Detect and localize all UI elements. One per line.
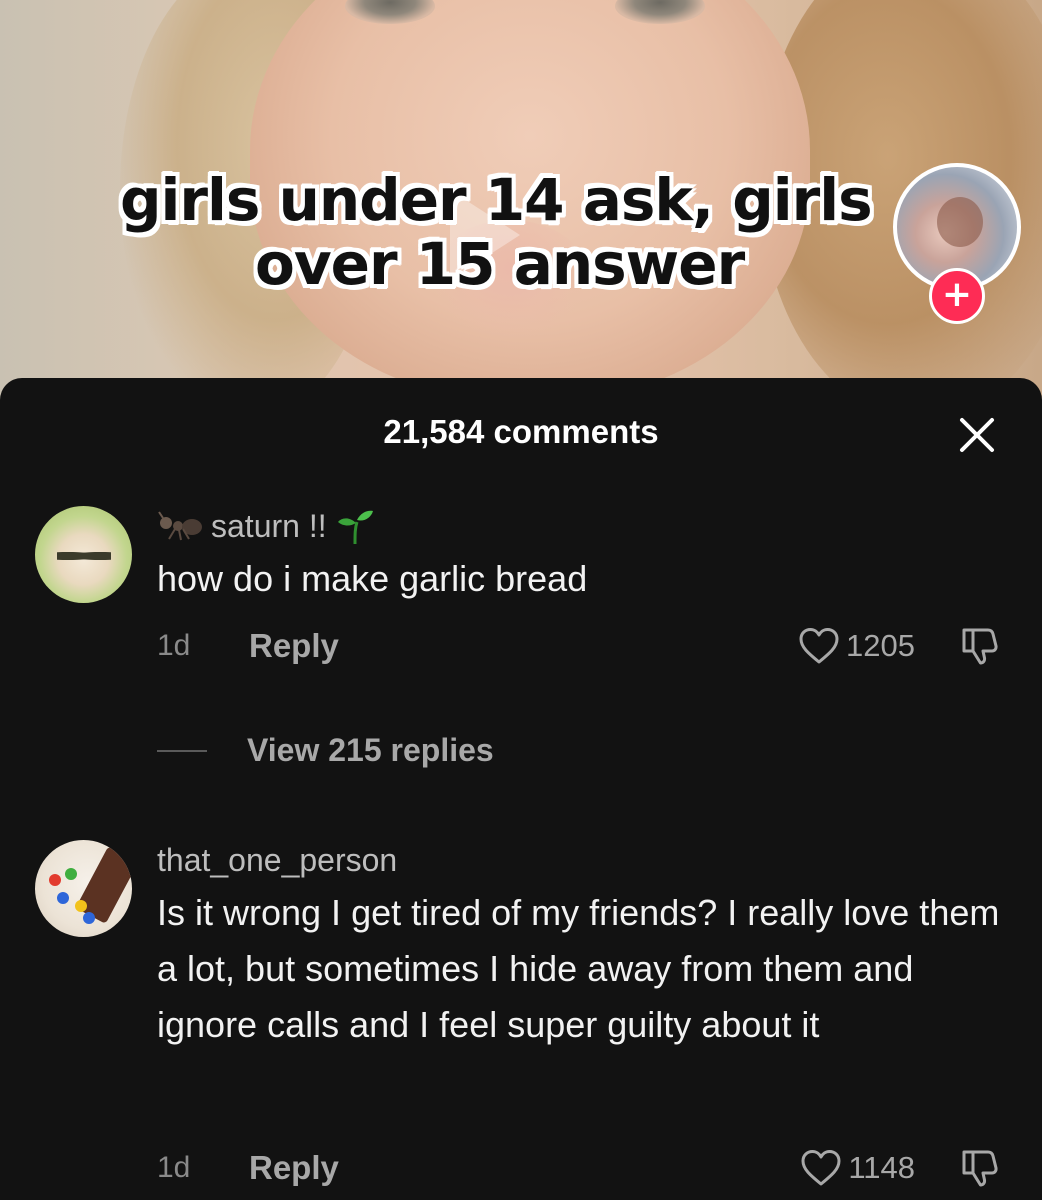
comment-timestamp: 1d	[157, 1151, 191, 1184]
comment-username-row[interactable]: that_one_person	[157, 840, 397, 880]
like-count: 1148	[848, 1150, 915, 1185]
comment-timestamp: 1d	[157, 629, 191, 662]
comment-actions: 1d Reply 1148	[157, 1146, 1017, 1190]
like-button[interactable]: 1205	[798, 624, 915, 668]
comment-username-row[interactable]: saturn !!	[157, 506, 375, 546]
avatar-candy	[65, 868, 77, 880]
avatar-face	[57, 550, 111, 562]
like-button[interactable]: 1148	[800, 1146, 915, 1190]
ant-emoji-icon	[157, 509, 203, 543]
caption-line: over 15 answer	[255, 230, 745, 298]
seedling-emoji-icon	[335, 506, 375, 546]
avatar-candy	[49, 874, 61, 886]
dislike-button[interactable]	[958, 624, 1002, 668]
like-count: 1205	[846, 628, 915, 663]
avatar[interactable]	[35, 506, 132, 603]
avatar[interactable]	[35, 840, 132, 937]
thumbs-down-icon	[962, 628, 998, 665]
reply-button[interactable]: Reply	[249, 1149, 339, 1187]
view-replies-label: View 215 replies	[247, 732, 494, 768]
comment-username: saturn !!	[211, 508, 327, 544]
comment-username: that_one_person	[157, 842, 398, 878]
video-player[interactable]: girls under 14 ask, girls over 15 answer…	[0, 0, 1042, 400]
caption-line: girls under 14 ask, girls	[120, 166, 873, 234]
avatar-candy	[57, 892, 69, 904]
heart-icon	[801, 1150, 841, 1186]
comments-sheet: 21,584 comments saturn !! how do i make …	[0, 378, 1042, 1200]
comment-actions: 1d Reply 1205	[157, 624, 1017, 668]
view-replies-button[interactable]: View 215 replies	[157, 732, 494, 769]
video-caption: girls under 14 ask, girls over 15 answer	[0, 168, 960, 296]
comment-text: how do i make garlic bread	[157, 558, 588, 599]
avatar-candy	[83, 912, 95, 924]
avatar-candy	[75, 900, 87, 912]
avatar-chocolate-bar	[75, 846, 132, 924]
close-button[interactable]	[952, 410, 1002, 460]
comment-text: Is it wrong I get tired of my friends? I…	[157, 892, 1000, 1045]
thumbs-down-icon	[962, 1150, 998, 1187]
heart-icon	[799, 628, 839, 664]
reply-button[interactable]: Reply	[249, 627, 339, 665]
comments-count-title: 21,584 comments	[383, 413, 659, 450]
follow-button[interactable]: +	[929, 268, 985, 324]
replies-divider	[157, 749, 207, 752]
close-icon	[960, 418, 994, 452]
dislike-button[interactable]	[958, 1146, 1002, 1190]
